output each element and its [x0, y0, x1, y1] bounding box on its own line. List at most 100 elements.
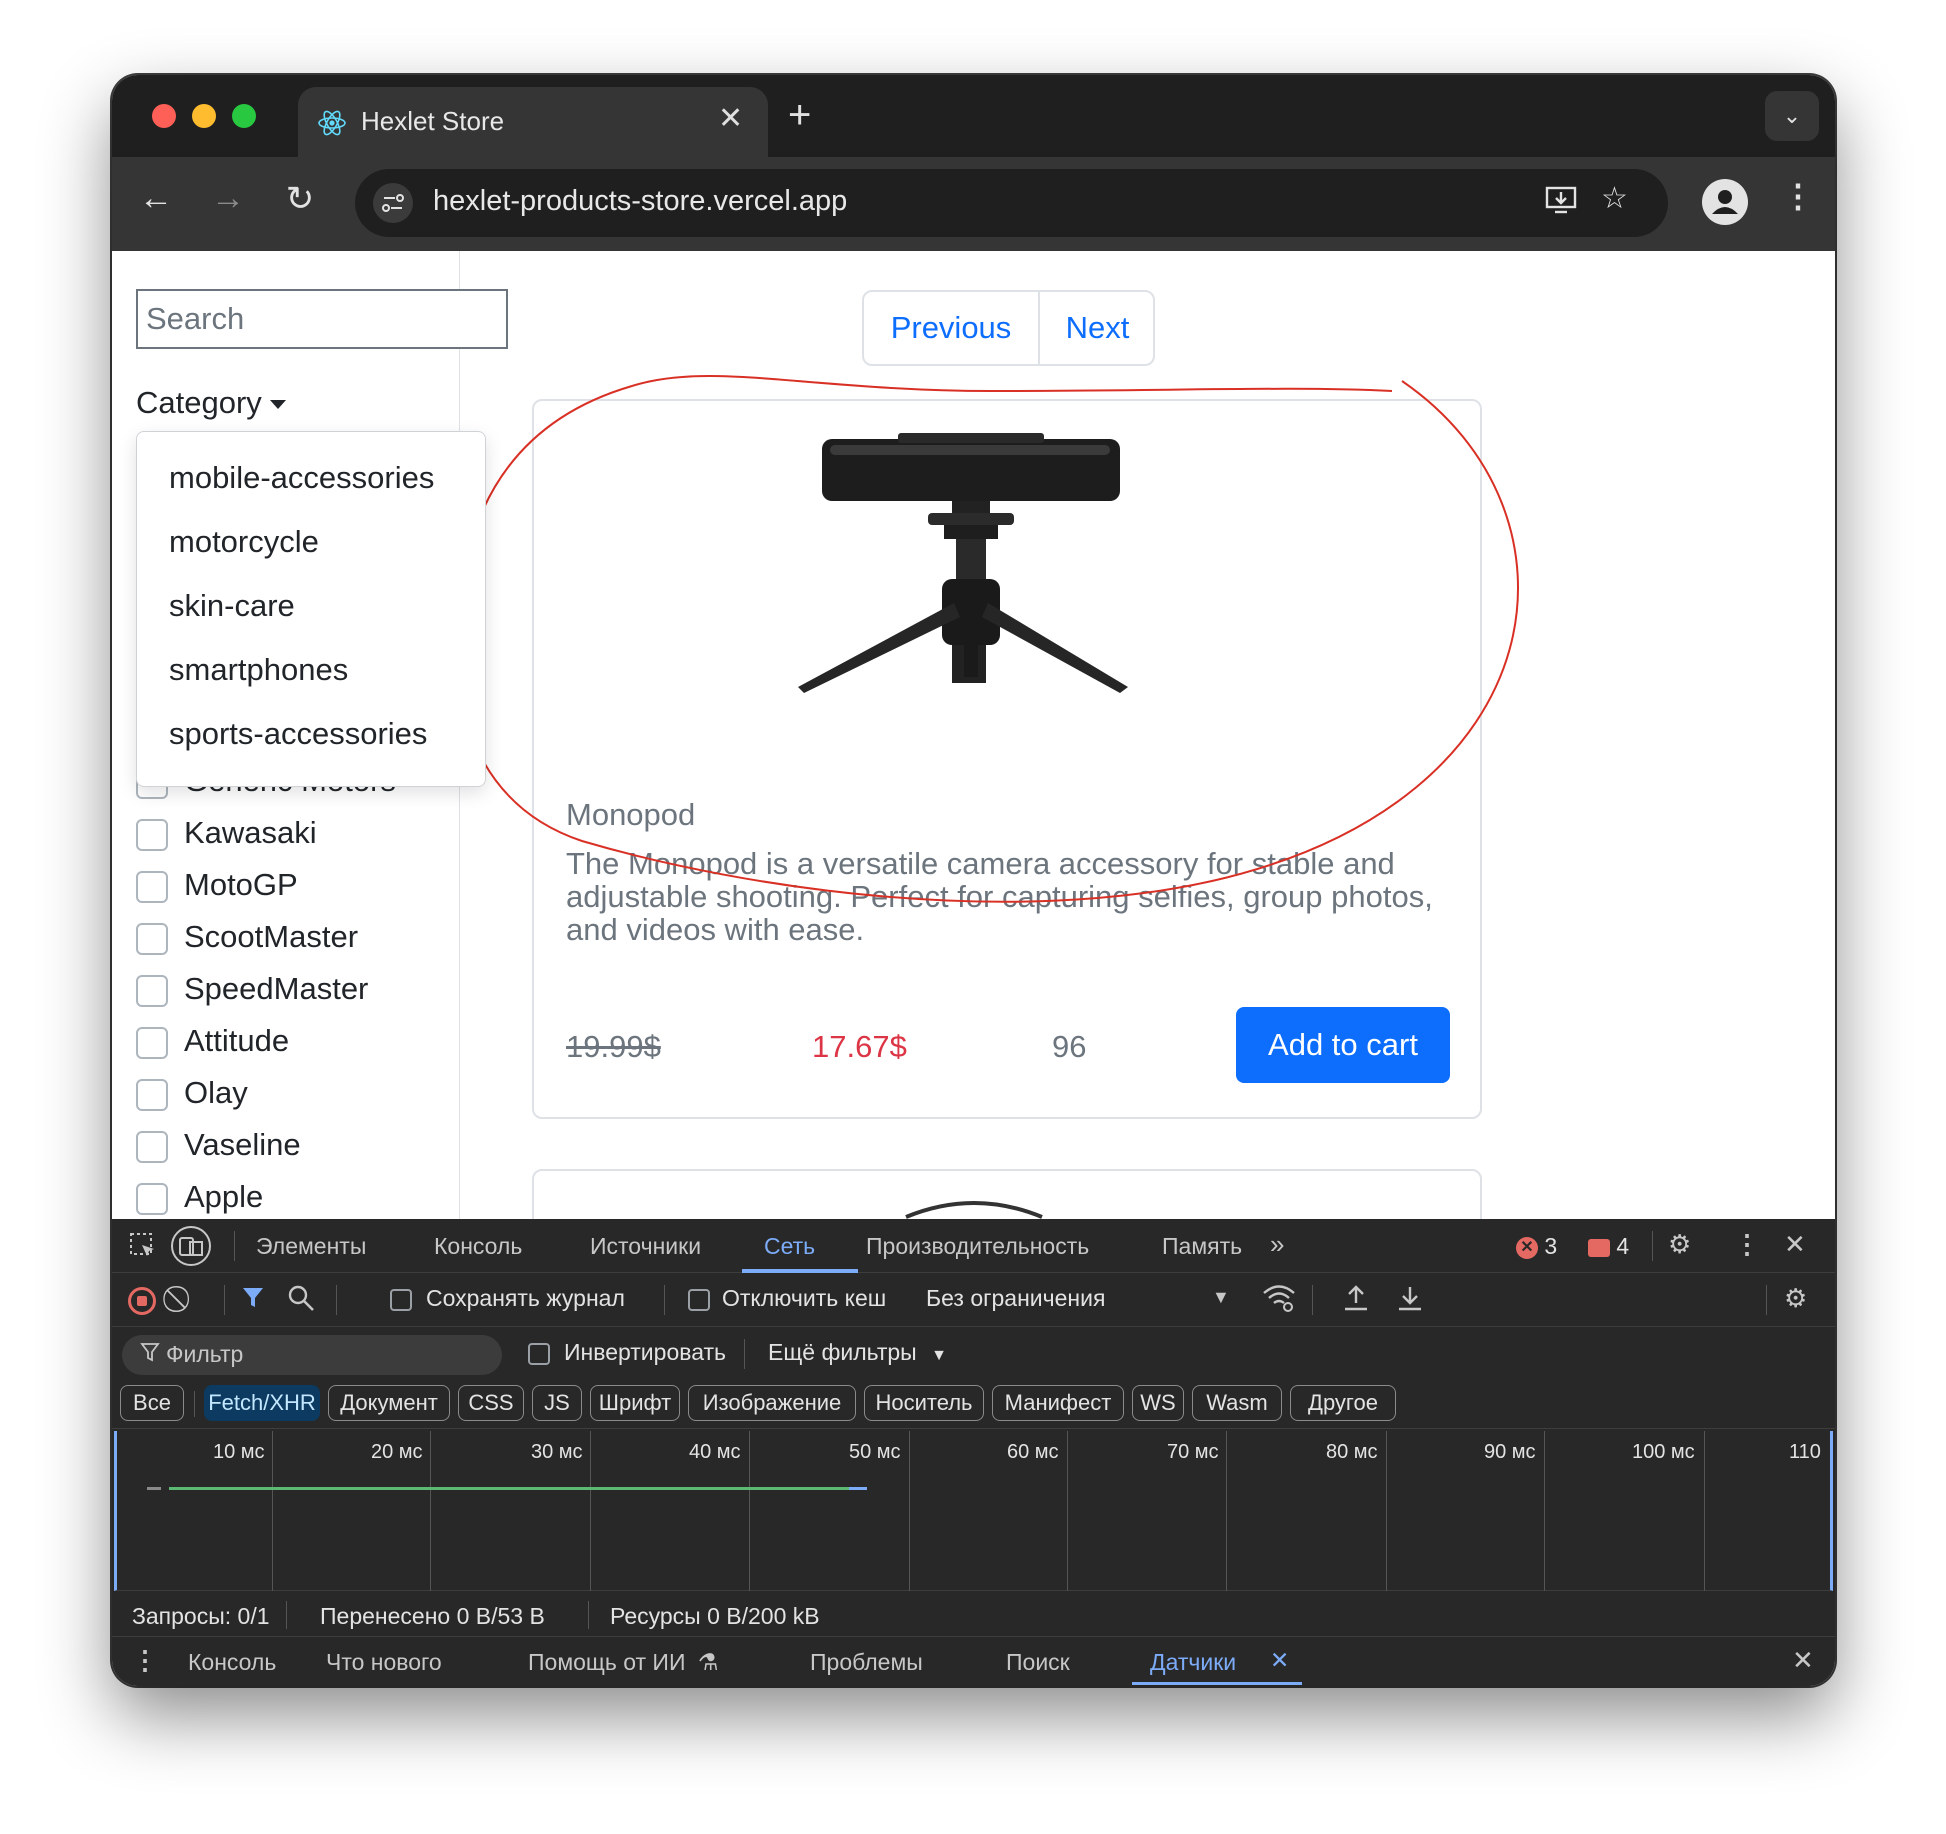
site-settings-icon[interactable] — [373, 183, 413, 223]
search-icon[interactable] — [286, 1283, 316, 1320]
drawer-tab-issues[interactable]: Проблемы — [810, 1649, 923, 1676]
brand-label: Vaseline — [184, 1127, 301, 1162]
discounted-price: 17.67$ — [812, 1029, 907, 1064]
back-icon[interactable]: ← — [136, 179, 176, 218]
type-filter-all[interactable]: Все — [120, 1385, 184, 1421]
network-settings-gear-icon[interactable]: ⚙ — [1784, 1283, 1807, 1314]
browser-tab[interactable]: Hexlet Store ✕ — [298, 87, 768, 157]
checkbox[interactable] — [136, 1183, 168, 1215]
type-filter-document[interactable]: Документ — [328, 1385, 450, 1421]
timeline-request-bar — [169, 1487, 849, 1490]
devtools-tab-sources[interactable]: Источники — [590, 1233, 701, 1260]
install-app-icon[interactable] — [1545, 185, 1579, 223]
drawer-menu-icon[interactable]: ⋮ — [132, 1645, 158, 1676]
timeline-gridline — [430, 1431, 431, 1591]
tab-search-icon[interactable]: ⌄ — [1765, 91, 1819, 141]
devtools-tab-elements[interactable]: Элементы — [256, 1233, 366, 1260]
bookmark-star-icon[interactable]: ☆ — [1601, 181, 1628, 216]
checkbox[interactable] — [136, 871, 168, 903]
devtools-tab-memory[interactable]: Память — [1162, 1233, 1242, 1260]
close-devtools-icon[interactable]: ✕ — [1784, 1229, 1806, 1260]
type-filter-ws[interactable]: WS — [1132, 1385, 1184, 1421]
category-option[interactable]: mobile-accessories — [169, 460, 434, 496]
dropdown-arrow-icon[interactable]: ▼ — [1212, 1287, 1230, 1308]
profile-avatar-icon[interactable] — [1702, 179, 1748, 225]
search-input[interactable] — [136, 289, 508, 349]
type-filter-wasm[interactable]: Wasm — [1192, 1385, 1282, 1421]
timeline-tick-label: 10 мс — [213, 1441, 265, 1463]
previous-page-button[interactable]: Previous — [864, 292, 1038, 364]
type-filter-fetch-xhr[interactable]: Fetch/XHR — [204, 1385, 320, 1421]
issues-counter[interactable]: 4 — [1588, 1233, 1629, 1260]
address-bar[interactable]: hexlet-products-store.vercel.app ☆ — [355, 169, 1668, 237]
checkbox[interactable] — [136, 1079, 168, 1111]
throttling-select[interactable]: Без ограничения — [926, 1285, 1105, 1312]
filter-icon[interactable] — [240, 1283, 270, 1320]
network-timeline-overview[interactable]: 10 мс 20 мс 30 мс 40 мс 50 мс 60 мс 70 м… — [114, 1431, 1833, 1591]
more-filters-dropdown[interactable]: Ещё фильтры ▼ — [768, 1339, 947, 1366]
forward-icon[interactable]: → — [208, 179, 248, 218]
type-filter-manifest[interactable]: Манифест — [992, 1385, 1124, 1421]
timeline-tick-label: 80 мс — [1326, 1441, 1378, 1463]
category-option[interactable]: motorcycle — [169, 524, 319, 560]
filter-input[interactable]: Фильтр — [122, 1335, 502, 1375]
category-option[interactable]: sports-accessories — [169, 716, 427, 752]
type-filter-media[interactable]: Носитель — [864, 1385, 984, 1421]
drawer-tab-whats-new[interactable]: Что нового — [326, 1649, 442, 1676]
category-dropdown-toggle[interactable]: Category — [136, 385, 286, 421]
drawer-tab-console[interactable]: Консоль — [188, 1649, 276, 1676]
drawer-tab-search[interactable]: Поиск — [1006, 1649, 1070, 1676]
settings-gear-icon[interactable]: ⚙ — [1668, 1229, 1691, 1260]
invert-checkbox[interactable] — [528, 1343, 550, 1365]
flask-icon: ⚗ — [697, 1649, 719, 1675]
new-tab-icon[interactable]: + — [788, 93, 811, 138]
devtools-menu-icon[interactable]: ⋮ — [1734, 1229, 1760, 1260]
close-tab-icon[interactable]: ✕ — [718, 101, 743, 136]
devtools-tab-network[interactable]: Сеть — [764, 1233, 815, 1260]
maximize-window-button[interactable] — [232, 104, 256, 128]
inspect-element-icon[interactable] — [128, 1231, 158, 1268]
type-filter-js[interactable]: JS — [532, 1385, 582, 1421]
preserve-log-checkbox[interactable] — [390, 1289, 412, 1311]
add-to-cart-button[interactable]: Add to cart — [1236, 1007, 1450, 1083]
checkbox[interactable] — [136, 975, 168, 1007]
product-description: The Monopod is a versatile camera access… — [566, 846, 1433, 947]
close-drawer-tab-icon[interactable]: ✕ — [1270, 1647, 1289, 1674]
browser-menu-icon[interactable]: ⋮ — [1782, 177, 1814, 215]
devtools-tab-console[interactable]: Консоль — [434, 1233, 522, 1260]
type-filter-other[interactable]: Другое — [1290, 1385, 1396, 1421]
close-window-button[interactable] — [152, 104, 176, 128]
error-icon: ✕ — [1516, 1236, 1538, 1259]
checkbox[interactable] — [136, 1027, 168, 1059]
import-har-icon[interactable] — [1342, 1283, 1370, 1320]
checkbox[interactable] — [136, 819, 168, 851]
category-option[interactable]: skin-care — [169, 588, 295, 624]
separator — [588, 1601, 589, 1629]
drawer-tab-sensors[interactable]: Датчики — [1150, 1649, 1236, 1676]
checkbox[interactable] — [136, 923, 168, 955]
type-filter-image[interactable]: Изображение — [688, 1385, 856, 1421]
disable-cache-checkbox[interactable] — [688, 1289, 710, 1311]
drawer-tab-ai-assistance[interactable]: Помощь от ИИ ⚗ — [528, 1649, 719, 1676]
devtools-tab-performance[interactable]: Производительность — [866, 1233, 1089, 1260]
category-option[interactable]: smartphones — [169, 652, 348, 688]
device-toolbar-icon[interactable] — [170, 1225, 212, 1274]
brand-label: Attitude — [184, 1023, 290, 1058]
export-har-icon[interactable] — [1396, 1283, 1424, 1320]
url-text: hexlet-products-store.vercel.app — [433, 185, 848, 217]
next-page-button[interactable]: Next — [1040, 292, 1155, 364]
errors-counter[interactable]: ✕ 3 — [1516, 1233, 1557, 1260]
record-icon[interactable] — [128, 1287, 156, 1315]
minimize-window-button[interactable] — [192, 104, 216, 128]
reload-icon[interactable]: ↻ — [280, 179, 320, 219]
timeline-gridline — [749, 1431, 750, 1591]
more-tabs-icon[interactable]: » — [1270, 1229, 1284, 1260]
close-drawer-icon[interactable]: ✕ — [1792, 1645, 1814, 1676]
network-conditions-icon[interactable] — [1262, 1283, 1296, 1320]
type-filter-css[interactable]: CSS — [458, 1385, 524, 1421]
tab-strip: Hexlet Store ✕ + ⌄ — [112, 75, 1835, 157]
timeline-gridline — [909, 1431, 910, 1591]
type-filter-font[interactable]: Шрифт — [590, 1385, 680, 1421]
checkbox[interactable] — [136, 1131, 168, 1163]
timeline-tick-label: 100 мс — [1632, 1441, 1695, 1463]
